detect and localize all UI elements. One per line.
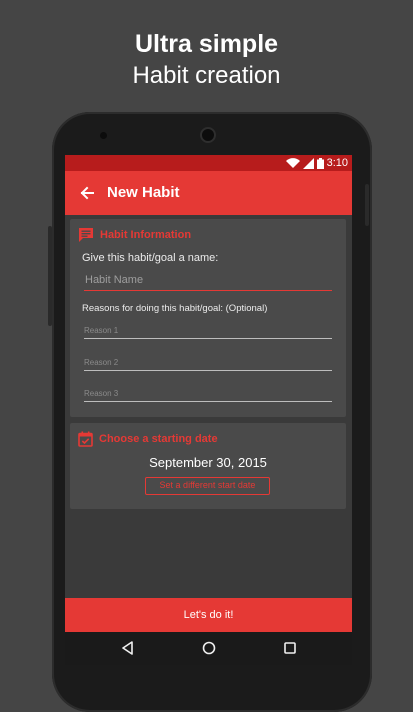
wifi-icon [285, 157, 300, 168]
app-screen: 3:10 New Habit Habit Information Give th… [65, 155, 352, 665]
reason-1-placeholder: Reason 1 [84, 326, 119, 335]
app-bar: New Habit [65, 171, 352, 215]
signal-icon [302, 157, 314, 169]
start-date-title: Choose a starting date [99, 433, 218, 445]
nav-home-icon[interactable] [201, 640, 217, 656]
promo-subheadline: Habit creation [132, 62, 281, 89]
habit-name-placeholder: Habit Name [85, 274, 144, 286]
habit-name-label: Give this habit/goal a name: [82, 252, 219, 264]
reasons-label: Reasons for doing this habit/goal: (Opti… [82, 303, 268, 314]
reason-2-input[interactable]: Reason 2 [84, 355, 332, 371]
front-camera [200, 127, 216, 143]
nav-recent-icon[interactable] [282, 640, 298, 656]
navigation-bar [65, 632, 352, 665]
status-bar: 3:10 [65, 155, 352, 171]
start-date-header: Choose a starting date [78, 429, 218, 449]
habit-information-title: Habit Information [100, 229, 192, 241]
reason-1-input[interactable]: Reason 1 [84, 323, 332, 339]
promo-headline: Ultra simple [134, 30, 279, 58]
habit-information-header: Habit Information [78, 225, 191, 245]
app-title: New Habit [107, 184, 180, 201]
lets-do-it-button[interactable]: Let's do it! [65, 598, 352, 632]
nav-back-icon[interactable] [120, 640, 136, 656]
lets-do-it-label: Let's do it! [183, 609, 234, 621]
calendar-check-icon [78, 431, 93, 447]
arrow-back-icon[interactable] [77, 183, 97, 203]
habit-name-input[interactable]: Habit Name [84, 271, 332, 291]
power-button [365, 184, 369, 226]
battery-icon [316, 157, 324, 169]
proximity-sensor [100, 132, 107, 139]
set-start-date-button[interactable]: Set a different start date [145, 477, 270, 495]
start-date-card: Choose a starting date September 30, 201… [70, 423, 346, 509]
volume-button [48, 226, 52, 326]
message-lines-icon [79, 228, 93, 242]
habit-information-card: Habit Information Give this habit/goal a… [70, 219, 346, 417]
status-time: 3:10 [326, 157, 348, 169]
reason-3-placeholder: Reason 3 [84, 389, 119, 398]
start-date-value: September 30, 2015 [149, 455, 267, 470]
reason-2-placeholder: Reason 2 [84, 358, 119, 367]
reason-3-input[interactable]: Reason 3 [84, 386, 332, 402]
